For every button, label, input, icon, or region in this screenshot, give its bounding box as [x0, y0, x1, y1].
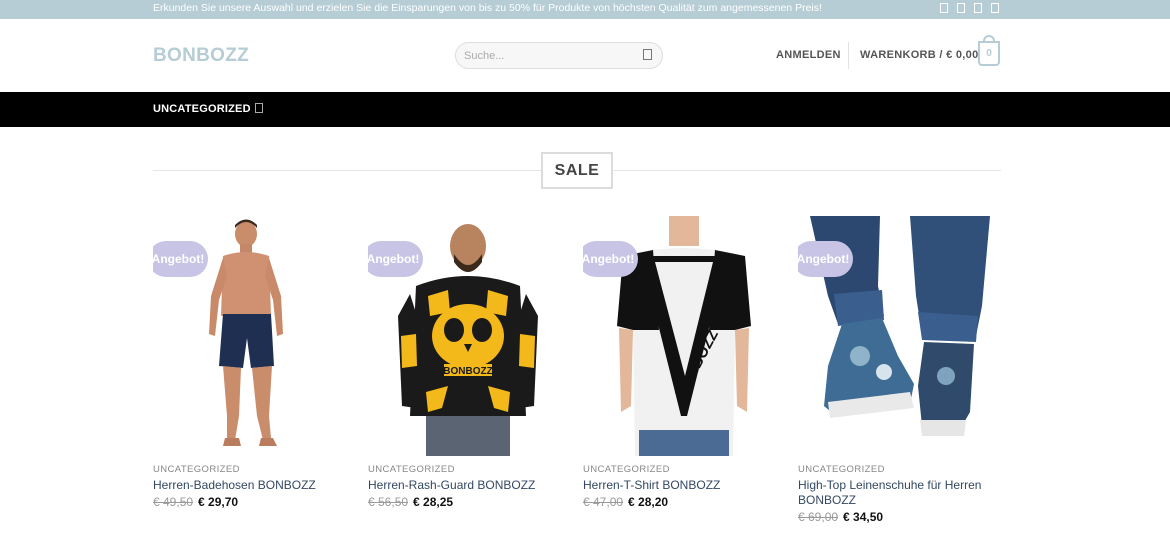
old-price: € 69,00 [798, 510, 839, 524]
product-price: € 47,00 € 28,20 [583, 495, 668, 509]
social-icon[interactable] [974, 3, 982, 13]
social-icon[interactable] [991, 3, 999, 13]
sale-price: € 34,50 [843, 510, 884, 524]
social-icon[interactable] [940, 3, 948, 13]
product-card[interactable]: BONBOZZ Angebot! UNCATEGORIZED Herren-T-… [583, 216, 785, 509]
header-divider [848, 42, 849, 69]
section-title: SALE [541, 152, 613, 189]
cart-count-badge[interactable]: 0 [978, 41, 1000, 66]
product-image[interactable]: Angebot! [798, 216, 1000, 456]
product-title[interactable]: Herren-Badehosen BONBOZZ [153, 478, 353, 493]
sale-badge: Angebot! [153, 241, 208, 277]
search-input[interactable] [464, 48, 634, 64]
product-category[interactable]: UNCATEGORIZED [368, 464, 455, 475]
product-category[interactable]: UNCATEGORIZED [153, 464, 240, 475]
product-card[interactable]: Angebot! UNCATEGORIZED Herren-Badehosen … [153, 216, 355, 509]
section-divider [153, 170, 541, 171]
product-image[interactable]: BONBOZZ Angebot! [368, 216, 570, 456]
nav-item-label: UNCATEGORIZED [153, 103, 251, 115]
old-price: € 56,50 [368, 495, 409, 509]
product-image[interactable]: BONBOZZ Angebot! [583, 216, 785, 456]
sale-badge: Angebot! [368, 241, 423, 277]
chevron-down-icon [254, 103, 263, 113]
old-price: € 47,00 [583, 495, 624, 509]
main-navigation: UNCATEGORIZED [0, 92, 1170, 127]
section-divider [613, 170, 1001, 171]
product-title[interactable]: High-Top Leinenschuhe für Herren BONBOZZ [798, 478, 998, 508]
social-icons [940, 3, 999, 13]
login-link[interactable]: ANMELDEN [776, 49, 841, 61]
product-card[interactable]: BONBOZZ Angebot! UNCATEGORIZED Herren-Ra… [368, 216, 570, 509]
promo-message: Erkunden Sie unsere Auswahl und erzielen… [153, 2, 822, 14]
top-bar: Erkunden Sie unsere Auswahl und erzielen… [0, 0, 1170, 19]
old-price: € 49,50 [153, 495, 194, 509]
nav-item-uncategorized[interactable]: UNCATEGORIZED [153, 103, 263, 115]
product-image[interactable]: Angebot! [153, 216, 355, 456]
sale-price: € 28,20 [628, 495, 669, 509]
product-card[interactable]: Angebot! UNCATEGORIZED High-Top Leinensc… [798, 216, 1000, 524]
sale-badge: Angebot! [798, 241, 853, 277]
product-price: € 69,00 € 34,50 [798, 510, 883, 524]
product-category[interactable]: UNCATEGORIZED [583, 464, 670, 475]
product-price: € 56,50 € 28,25 [368, 495, 453, 509]
sale-price: € 29,70 [198, 495, 239, 509]
product-category[interactable]: UNCATEGORIZED [798, 464, 885, 475]
rash-guard-print: BONBOZZ [443, 366, 492, 377]
product-title[interactable]: Herren-T-Shirt BONBOZZ [583, 478, 783, 493]
search-box [455, 42, 663, 69]
site-logo[interactable]: BONBOZZ [153, 45, 249, 67]
social-icon[interactable] [957, 3, 965, 13]
product-title[interactable]: Herren-Rash-Guard BONBOZZ [368, 478, 568, 493]
sale-badge: Angebot! [583, 241, 638, 277]
site-header: BONBOZZ ANMELDEN WARENKORB / € 0,00 0 [0, 19, 1170, 92]
sale-price: € 28,25 [413, 495, 454, 509]
search-icon[interactable] [643, 49, 652, 60]
product-price: € 49,50 € 29,70 [153, 495, 238, 509]
cart-link[interactable]: WARENKORB / € 0,00 [860, 49, 978, 61]
